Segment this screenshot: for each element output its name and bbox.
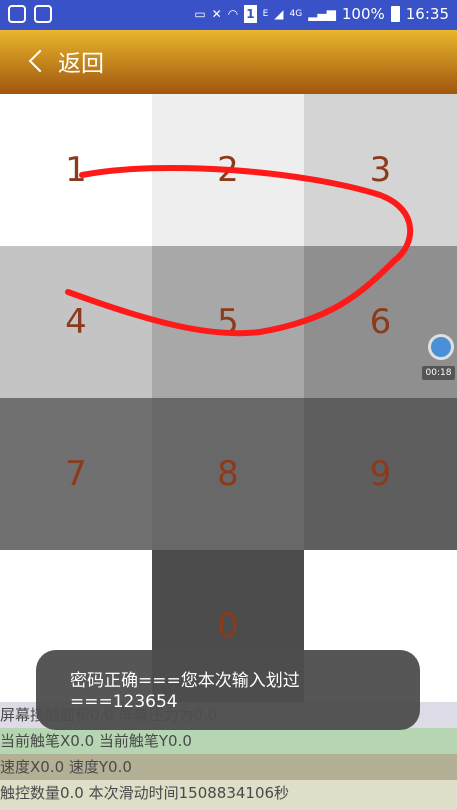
recorder-time: 00:18	[422, 366, 455, 380]
info-text: 当前触笔X0.0 当前触笔Y0.0	[0, 732, 192, 750]
swipe-stroke	[65, 164, 414, 337]
info-row-velocity: 速度X0.0 速度Y0.0	[0, 754, 457, 780]
record-icon	[428, 334, 454, 360]
info-row-touch-count: 触控数量0.0 本次滑动时间1508834106秒	[0, 780, 457, 810]
toast-line-2: ===123654	[70, 692, 178, 712]
info-row-pen-position: 当前触笔X0.0 当前触笔Y0.0	[0, 728, 457, 754]
screen-recorder-button[interactable]: 00:18	[422, 332, 457, 382]
toast-message: 密码正确===您本次输入划过 ===123654	[36, 650, 420, 730]
toast-line-1: 密码正确===您本次输入划过	[70, 671, 300, 691]
info-text: 速度X0.0 速度Y0.0	[0, 758, 132, 776]
info-text: 触控数量0.0 本次滑动时间1508834106秒	[0, 784, 290, 802]
